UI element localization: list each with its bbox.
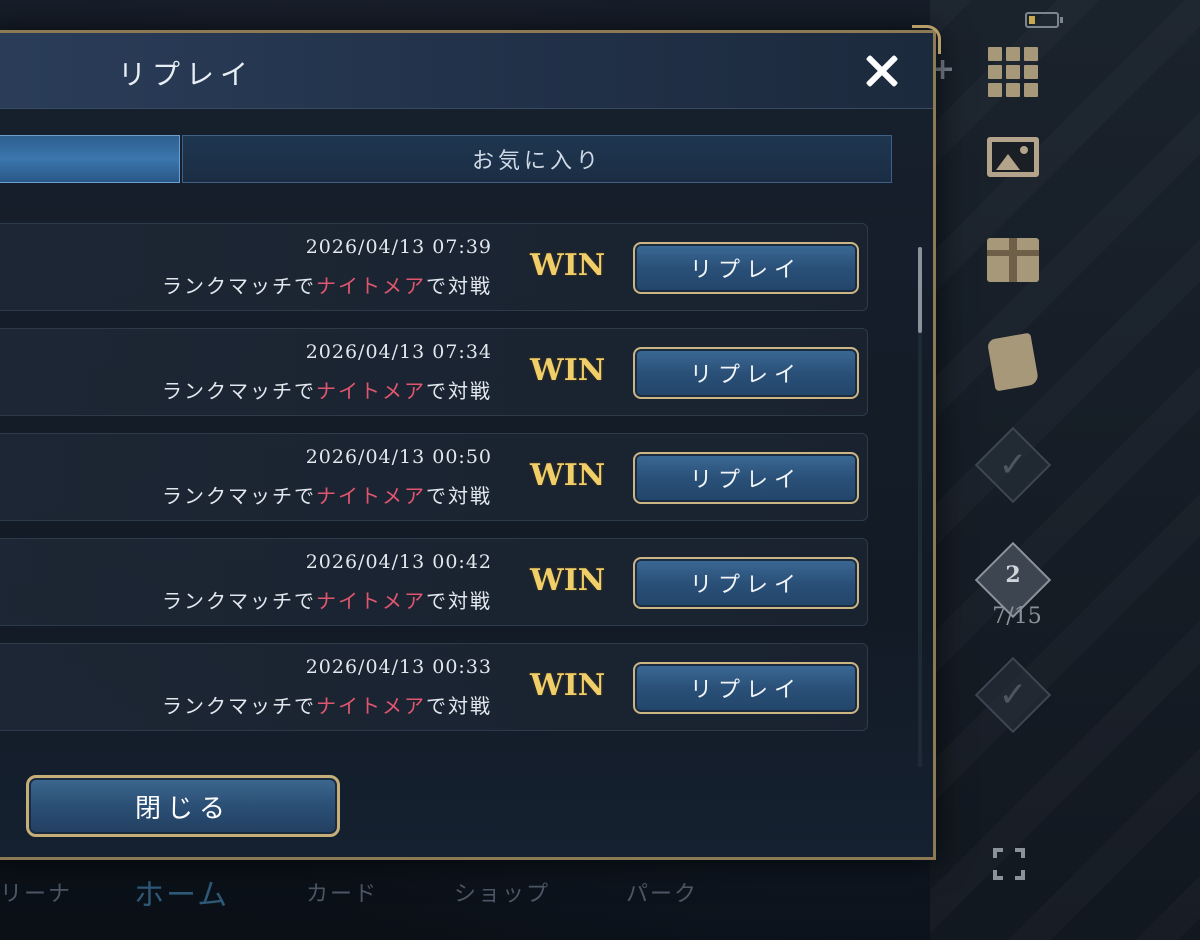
- close-button[interactable]: 閉じる: [26, 775, 340, 837]
- dialog-header: リプレイ: [0, 33, 933, 109]
- replay-description: ランクマッチでナイトメアで対戦: [162, 694, 492, 718]
- result-badge: WIN: [530, 248, 606, 283]
- list-scrollbar[interactable]: [918, 247, 922, 767]
- replay-button[interactable]: リプレイ: [633, 242, 859, 294]
- list-item: 2026/04/13 07:39 ランクマッチでナイトメアで対戦 WIN リプレ…: [0, 223, 868, 311]
- grid-menu-icon[interactable]: [981, 40, 1045, 104]
- replay-description: ランクマッチでナイトメアで対戦: [162, 274, 492, 298]
- gift-icon[interactable]: [981, 228, 1045, 292]
- nav-item-shop[interactable]: ショップ: [454, 876, 550, 908]
- nav-item-arena[interactable]: リーナ: [0, 876, 72, 908]
- replay-date: 2026/04/13 00:33: [305, 656, 492, 678]
- result-badge: WIN: [530, 353, 606, 388]
- mission-completed-marker: ✓: [973, 425, 1053, 505]
- result-badge: WIN: [530, 668, 606, 703]
- fullscreen-icon[interactable]: [993, 848, 1025, 880]
- replay-date: 2026/04/13 00:42: [305, 551, 492, 573]
- scrollbar-thumb[interactable]: [918, 247, 922, 333]
- result-badge: WIN: [530, 458, 606, 493]
- mode-name: ナイトメア: [316, 589, 426, 613]
- nav-item-park[interactable]: パーク: [626, 876, 698, 908]
- scroll-icon[interactable]: [981, 330, 1045, 394]
- replay-button[interactable]: リプレイ: [633, 662, 859, 714]
- side-panel: ✓ 2 7/15 ✓: [965, 0, 1065, 940]
- mission-completed-marker: ✓: [973, 655, 1053, 735]
- replay-description: ランクマッチでナイトメアで対戦: [162, 484, 492, 508]
- mode-name: ナイトメア: [316, 694, 426, 718]
- nav-item-home[interactable]: ホーム: [134, 870, 229, 914]
- replay-button[interactable]: リプレイ: [633, 452, 859, 504]
- mode-name: ナイトメア: [316, 379, 426, 403]
- replay-button[interactable]: リプレイ: [633, 347, 859, 399]
- replay-button[interactable]: リプレイ: [633, 557, 859, 609]
- check-icon: ✓: [998, 445, 1028, 485]
- result-badge: WIN: [530, 563, 606, 598]
- close-icon[interactable]: [862, 51, 902, 91]
- replay-description: ランクマッチでナイトメアで対戦: [162, 379, 492, 403]
- battery-icon: [1025, 12, 1063, 28]
- replay-date: 2026/04/13 07:34: [305, 341, 492, 363]
- tab-favorites[interactable]: お気に入り: [182, 135, 892, 183]
- mission-progress: 7/15: [992, 604, 1042, 629]
- list-item: 2026/04/13 00:42 ランクマッチでナイトメアで対戦 WIN リプレ…: [0, 538, 868, 626]
- bottom-nav: リーナ ホーム カード ショップ パーク: [0, 862, 940, 940]
- mission-level: 2: [1005, 562, 1021, 588]
- list-item: 2026/04/13 07:34 ランクマッチでナイトメアで対戦 WIN リプレ…: [0, 328, 868, 416]
- mode-name: ナイトメア: [316, 274, 426, 298]
- list-item: 2026/04/13 00:50 ランクマッチでナイトメアで対戦 WIN リプレ…: [0, 433, 868, 521]
- replay-description: ランクマッチでナイトメアで対戦: [162, 589, 492, 613]
- mode-name: ナイトメア: [316, 484, 426, 508]
- replay-date: 2026/04/13 00:50: [305, 446, 492, 468]
- photo-edit-icon[interactable]: [981, 125, 1045, 189]
- tab-all[interactable]: [0, 135, 180, 183]
- check-icon: ✓: [998, 675, 1028, 715]
- replay-dialog: リプレイ お気に入り 2026/04/13 07:39 ランクマッチでナイトメア…: [0, 25, 941, 860]
- list-item: 2026/04/13 00:33 ランクマッチでナイトメアで対戦 WIN リプレ…: [0, 643, 868, 731]
- dialog-title: リプレイ: [118, 58, 255, 91]
- replay-date: 2026/04/13 07:39: [305, 236, 492, 258]
- nav-item-card[interactable]: カード: [306, 876, 378, 908]
